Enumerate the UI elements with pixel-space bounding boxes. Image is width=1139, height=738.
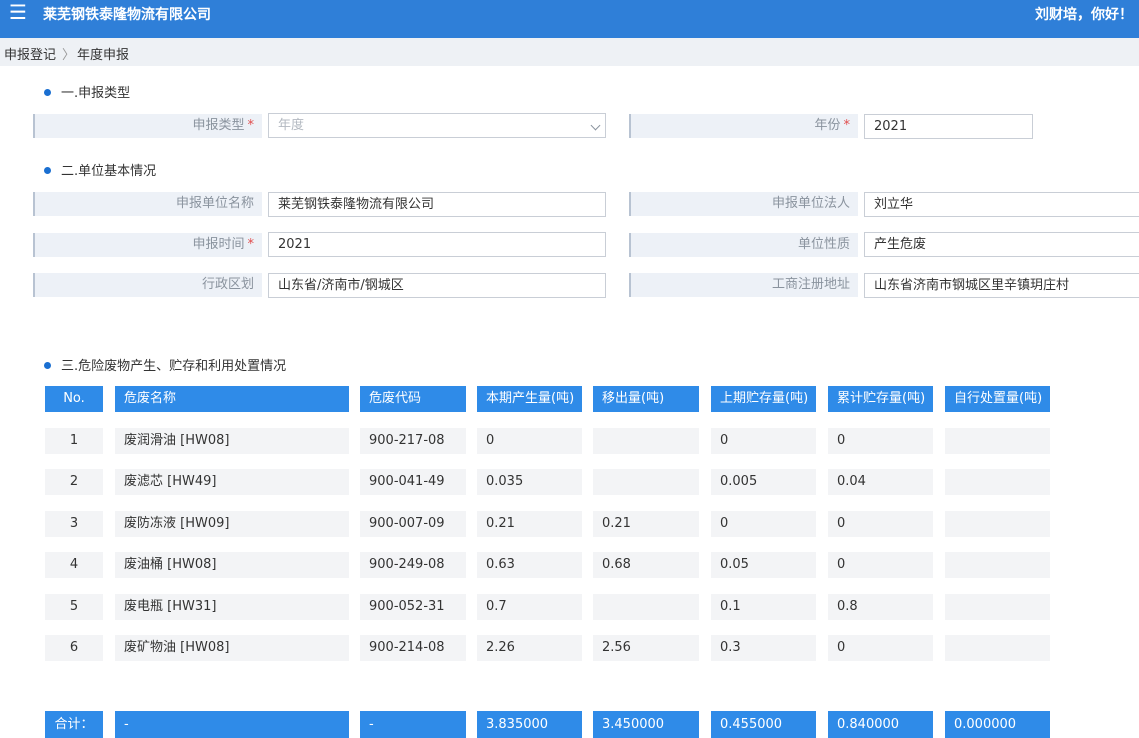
column-header-waste-name: 危废名称 (115, 386, 349, 412)
required-mark: * (247, 118, 255, 133)
year-label: 年份 * (629, 114, 858, 138)
year-input[interactable]: 2021 (864, 114, 1033, 139)
column-header-moved-out: 移出量(吨) (593, 386, 699, 412)
table-cell-moved-out: 2.56 (593, 635, 699, 661)
table-cell-waste-code: 900-214-08 (360, 635, 466, 661)
report-type-select[interactable]: 年度 (268, 113, 606, 138)
table-cell-waste-name: 废防冻液 [HW09] (115, 511, 349, 537)
table-cell-cum-stored: 0 (828, 428, 933, 454)
table-cell-waste-code: 900-007-09 (360, 511, 466, 537)
section-title-report-type: 一.申报类型 (44, 82, 130, 101)
table-cell-produced: 0.035 (477, 469, 582, 495)
table-cell-moved-out (593, 594, 699, 620)
user-greeting[interactable]: 刘财培，你好！ (1035, 4, 1133, 24)
table-cell-waste-code: 900-249-08 (360, 552, 466, 578)
table-cell-waste-name: 废润滑油 [HW08] (115, 428, 349, 454)
column-header-prev-stored: 上期贮存量(吨) (711, 386, 816, 412)
section-title-basic-info: 二.单位基本情况 (44, 160, 156, 179)
legal-person-input[interactable]: 刘立华 (864, 192, 1139, 217)
table-cell-waste-code: 900-052-31 (360, 594, 466, 620)
total-cell-prev-stored: 0.455000 (711, 711, 816, 738)
total-cell-moved-out: 3.450000 (593, 711, 699, 738)
table-cell-prev-stored: 0.05 (711, 552, 816, 578)
org-nature-label: 单位性质 (629, 233, 858, 257)
table-cell-moved-out (593, 428, 699, 454)
table-cell-produced: 0 (477, 428, 582, 454)
table-cell-self-disposed (945, 428, 1050, 454)
table-cell-no: 3 (45, 511, 103, 537)
table-cell-cum-stored: 0 (828, 635, 933, 661)
table-cell-waste-name: 废矿物油 [HW08] (115, 635, 349, 661)
table-cell-no: 5 (45, 594, 103, 620)
total-cell-cum-stored: 0.840000 (828, 711, 933, 738)
table-cell-produced: 0.7 (477, 594, 582, 620)
table-cell-prev-stored: 0.1 (711, 594, 816, 620)
table-cell-moved-out: 0.68 (593, 552, 699, 578)
legal-person-label: 申报单位法人 (629, 192, 858, 216)
table-cell-self-disposed (945, 469, 1050, 495)
table-cell-cum-stored: 0 (828, 511, 933, 537)
breadcrumb: 申报登记 〉 年度申报 (0, 38, 1139, 66)
table-cell-no: 2 (45, 469, 103, 495)
table-cell-produced: 0.63 (477, 552, 582, 578)
table-cell-self-disposed (945, 511, 1050, 537)
table-cell-waste-code: 900-217-08 (360, 428, 466, 454)
column-header-cum-stored: 累计贮存量(吨) (828, 386, 933, 412)
breadcrumb-item-annual: 年度申报 (77, 48, 130, 63)
chevron-down-icon (590, 120, 601, 131)
table-cell-produced: 2.26 (477, 635, 582, 661)
table-cell-self-disposed (945, 594, 1050, 620)
hamburger-menu-icon[interactable]: ☰ (9, 1, 27, 23)
table-cell-prev-stored: 0.005 (711, 469, 816, 495)
table-cell-cum-stored: 0.8 (828, 594, 933, 620)
total-cell-no: 合计： (45, 711, 103, 738)
section-title-waste: 三.危险废物产生、贮存和利用处置情况 (44, 355, 286, 374)
table-cell-self-disposed (945, 635, 1050, 661)
report-time-label: 申报时间 * (33, 233, 262, 257)
required-mark: * (843, 118, 851, 133)
table-cell-produced: 0.21 (477, 511, 582, 537)
table-cell-moved-out: 0.21 (593, 511, 699, 537)
breadcrumb-item-register[interactable]: 申报登记 (4, 44, 56, 63)
region-label: 行政区划 (33, 273, 262, 297)
region-input[interactable]: 山东省/济南市/钢城区 (268, 273, 606, 298)
total-cell-self-disposed: 0.000000 (945, 711, 1050, 738)
chevron-right-icon: 〉 (62, 48, 76, 63)
table-cell-self-disposed (945, 552, 1050, 578)
bullet-dot-icon (44, 362, 51, 369)
table-cell-waste-name: 废油桶 [HW08] (115, 552, 349, 578)
total-cell-waste-name: - (115, 711, 349, 738)
table-cell-waste-name: 废滤芯 [HW49] (115, 469, 349, 495)
table-cell-waste-code: 900-041-49 (360, 469, 466, 495)
total-cell-waste-code: - (360, 711, 466, 738)
required-mark: * (247, 237, 255, 252)
bullet-dot-icon (44, 89, 51, 96)
table-cell-prev-stored: 0 (711, 428, 816, 454)
table-cell-prev-stored: 0.3 (711, 635, 816, 661)
column-header-self-disposed: 自行处置量(吨) (945, 386, 1050, 412)
table-cell-cum-stored: 0.04 (828, 469, 933, 495)
org-name-input[interactable]: 莱芜钢铁泰隆物流有限公司 (268, 192, 606, 217)
column-header-waste-code: 危废代码 (360, 386, 466, 412)
bullet-dot-icon (44, 167, 51, 174)
table-cell-prev-stored: 0 (711, 511, 816, 537)
table-cell-no: 4 (45, 552, 103, 578)
report-time-input[interactable]: 2021 (268, 232, 606, 257)
total-cell-produced: 3.835000 (477, 711, 582, 738)
org-nature-input[interactable]: 产生危废 (864, 232, 1139, 257)
table-cell-cum-stored: 0 (828, 552, 933, 578)
table-cell-no: 6 (45, 635, 103, 661)
top-header: ☰ 莱芜钢铁泰隆物流有限公司 刘财培，你好！ (0, 0, 1139, 38)
table-cell-moved-out (593, 469, 699, 495)
column-header-produced: 本期产生量(吨) (477, 386, 582, 412)
table-cell-no: 1 (45, 428, 103, 454)
address-input[interactable]: 山东省济南市钢城区里辛镇玥庄村 (864, 273, 1139, 298)
table-cell-waste-name: 废电瓶 [HW31] (115, 594, 349, 620)
org-name-label: 申报单位名称 (33, 192, 262, 216)
report-type-label: 申报类型 * (33, 114, 262, 138)
address-label: 工商注册地址 (629, 273, 858, 297)
company-title: 莱芜钢铁泰隆物流有限公司 (43, 7, 211, 23)
column-header-no: No. (45, 386, 103, 412)
